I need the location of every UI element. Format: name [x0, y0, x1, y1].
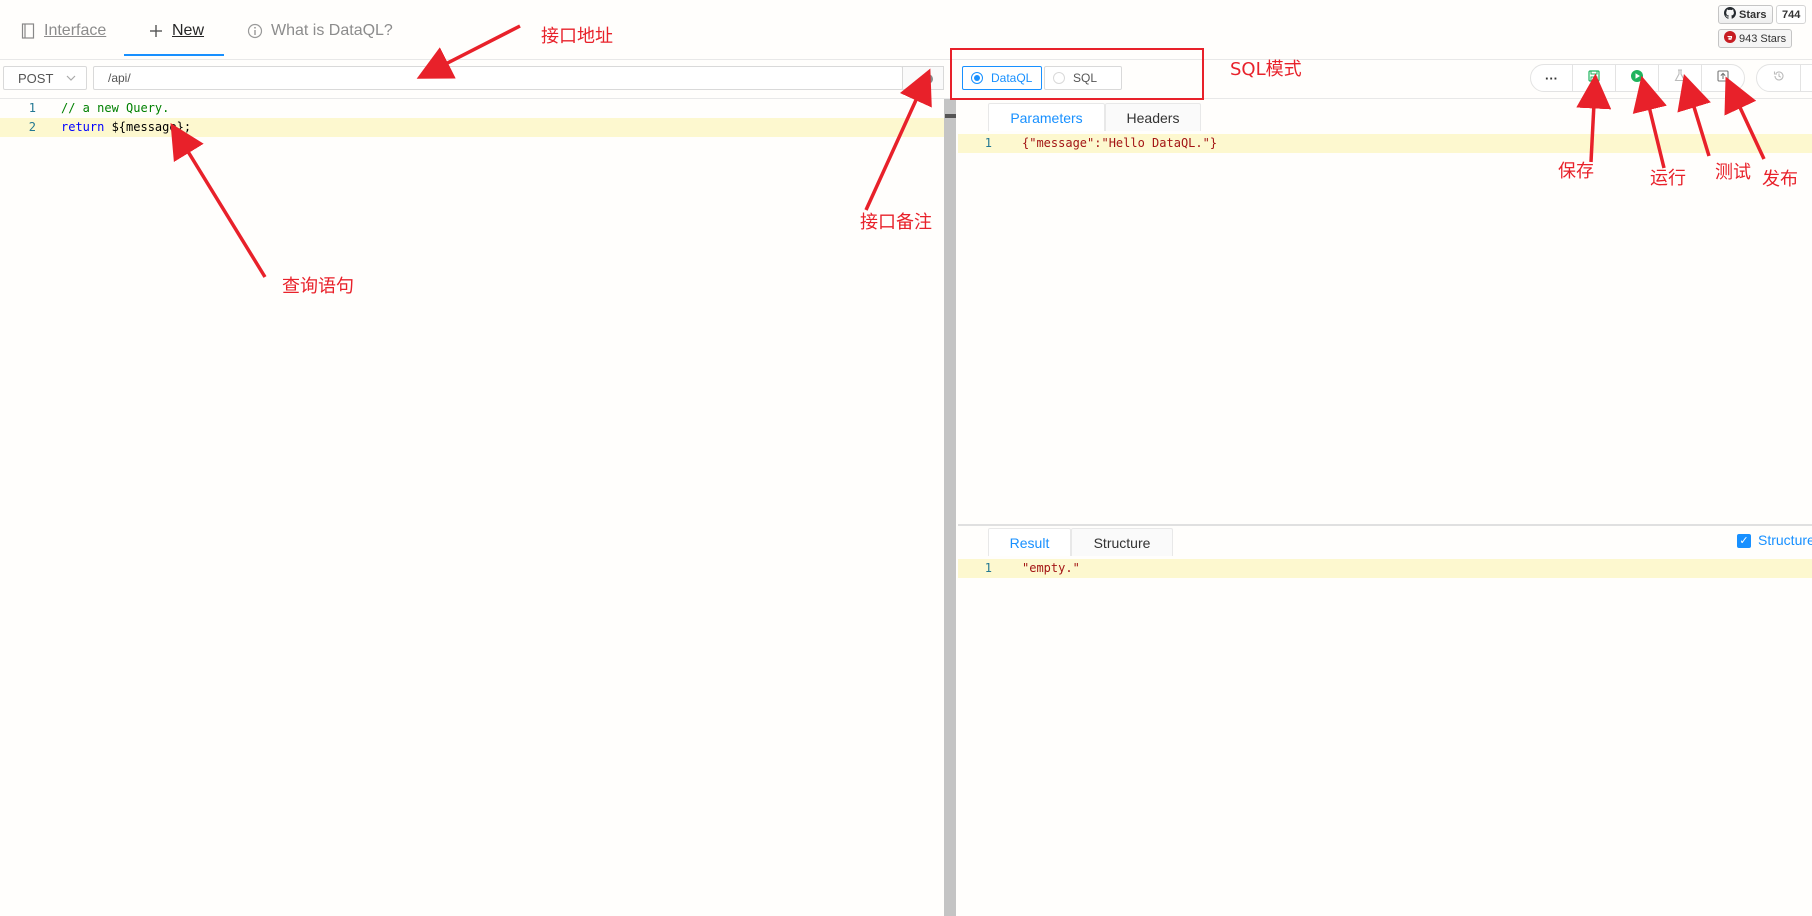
- annotation-api-address: 接口地址: [541, 26, 613, 47]
- app-root: Interface New What is DataQL? Stars 744 …: [0, 0, 1812, 916]
- annotation-sql-mode: SQL模式: [1230, 59, 1302, 80]
- arrow-query-statement: [170, 123, 267, 278]
- arrow-api-address: [416, 24, 521, 79]
- annotation-save: 保存: [1558, 161, 1594, 182]
- arrow-api-comment: [864, 68, 932, 211]
- arrow-save: [1576, 73, 1612, 163]
- arrow-test: [1677, 73, 1711, 157]
- annotation-arrows: [170, 24, 1766, 278]
- arrow-run: [1632, 75, 1667, 169]
- sql-mode-highlight-box: [950, 48, 1204, 100]
- annotation-test: 测试: [1715, 162, 1751, 183]
- annotation-run: 运行: [1650, 168, 1686, 189]
- annotation-api-comment: 接口备注: [860, 212, 932, 233]
- arrow-publish: [1724, 76, 1766, 160]
- annotation-publish: 发布: [1762, 169, 1798, 190]
- annotation-query-statement: 查询语句: [282, 276, 354, 297]
